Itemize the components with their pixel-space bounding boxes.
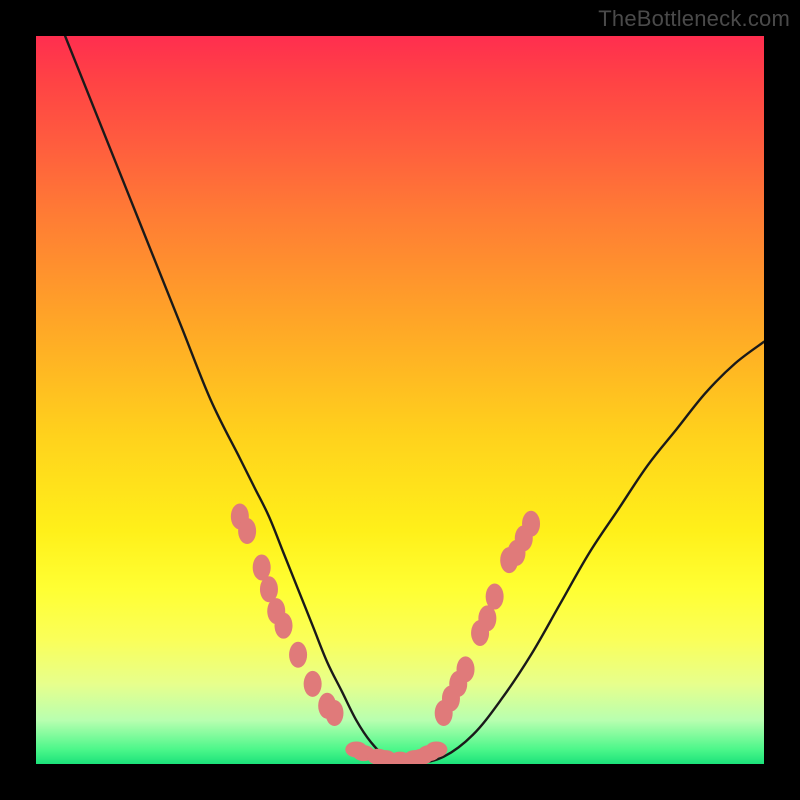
data-marker bbox=[304, 671, 322, 697]
plot-area bbox=[36, 36, 764, 764]
curve-svg bbox=[36, 36, 764, 764]
data-marker bbox=[425, 741, 447, 757]
bottleneck-curve bbox=[65, 36, 764, 764]
chart-frame: TheBottleneck.com bbox=[0, 0, 800, 800]
markers-bottom bbox=[345, 741, 447, 764]
watermark-text: TheBottleneck.com bbox=[598, 6, 790, 32]
data-marker bbox=[289, 642, 307, 668]
data-marker bbox=[275, 613, 293, 639]
markers-right bbox=[435, 511, 540, 726]
data-marker bbox=[325, 700, 343, 726]
data-marker bbox=[457, 656, 475, 682]
data-marker bbox=[486, 584, 504, 610]
markers-left bbox=[231, 503, 344, 726]
data-marker bbox=[238, 518, 256, 544]
data-marker bbox=[522, 511, 540, 537]
